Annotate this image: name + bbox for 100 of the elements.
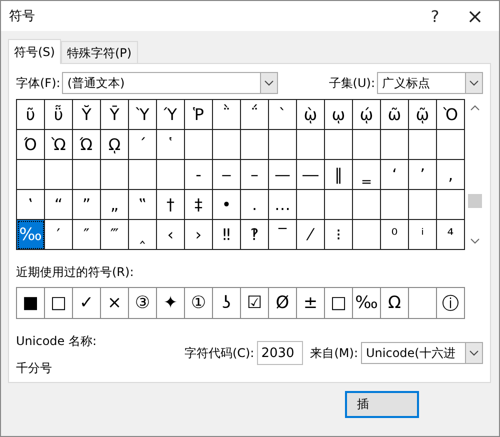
symbol-cell[interactable]: ‴ <box>101 220 129 250</box>
symbol-cell[interactable]: Ώ <box>73 130 101 160</box>
symbol-cell[interactable]: – <box>241 160 269 190</box>
symbol-cell[interactable]: ‸ <box>129 220 157 250</box>
symbol-cell[interactable] <box>17 160 45 190</box>
char-code-field[interactable]: 2030 <box>257 341 304 365</box>
field-label: 字体(F): <box>16 74 60 92</box>
symbol-cell[interactable]: ῧ <box>45 100 73 130</box>
symbol-cell[interactable]: ― <box>297 160 325 190</box>
symbol-cell[interactable]: ‾ <box>269 220 297 250</box>
symbol-cell[interactable] <box>297 190 325 220</box>
chevron-icon <box>465 343 482 363</box>
symbol-cell[interactable]: Ῠ <box>73 100 101 130</box>
field-label: 字符代码(C): <box>184 344 254 362</box>
scroll-down-icon[interactable] <box>470 237 480 245</box>
insert-button[interactable]: 插 <box>345 391 419 418</box>
symbol-cell[interactable]: † <box>157 190 185 220</box>
symbol-cell[interactable]: ῼ <box>101 130 129 160</box>
symbol-cell[interactable]: … <box>269 190 297 220</box>
symbol-cell[interactable]: ⁄ <box>297 220 325 250</box>
tab[interactable]: 符号(S) <box>8 39 61 64</box>
symbol-cell[interactable] <box>409 190 437 220</box>
scroll-up-icon[interactable] <box>470 104 480 112</box>
symbol-cell[interactable] <box>353 190 381 220</box>
symbol-cell[interactable] <box>325 130 353 160</box>
symbol-cell[interactable] <box>381 190 409 220</box>
close-button[interactable]: × <box>455 4 495 28</box>
symbol-cell[interactable]: ‟ <box>129 190 157 220</box>
symbol-cell[interactable]: ‡ <box>185 190 213 220</box>
symbol-cell[interactable]: ῲ <box>297 100 325 130</box>
symbol-cell[interactable]: ‰ <box>17 220 45 250</box>
symbol-cell[interactable]: ῶ <box>381 100 409 130</box>
symbol-cell[interactable]: Ὸ <box>437 100 465 130</box>
symbol-cell[interactable]: ῭ <box>213 100 241 130</box>
chevron-icon <box>465 73 482 93</box>
symbol-cell[interactable]: — <box>269 160 297 190</box>
symbol-cell[interactable]: Ὼ <box>45 130 73 160</box>
symbol-cell[interactable] <box>185 130 213 160</box>
symbol-cell[interactable]: ’ <box>409 160 437 190</box>
symbol-cell[interactable]: ‗ <box>353 160 381 190</box>
symbol-cell[interactable]: Ὺ <box>129 100 157 130</box>
symbol-cell[interactable]: . <box>241 190 269 220</box>
encoding-dropdown[interactable]: Unicode(十六进 <box>361 342 483 364</box>
symbol-cell[interactable] <box>157 160 185 190</box>
symbol-cell[interactable]: Ύ <box>157 100 185 130</box>
unicode-name-label: Unicode 名称: <box>16 333 97 350</box>
symbol-cell[interactable] <box>269 130 297 160</box>
symbol-cell[interactable]: ` <box>269 100 297 130</box>
symbol-cell[interactable]: ′ <box>45 220 73 250</box>
symbol-cell[interactable]: ῴ <box>353 100 381 130</box>
symbol-cell[interactable]: ῳ <box>325 100 353 130</box>
symbol-cell[interactable]: ‒ <box>213 160 241 190</box>
symbol-cell[interactable] <box>353 220 381 250</box>
symbol-cell[interactable]: ‘ <box>381 160 409 190</box>
symbol-cell[interactable]: ´ <box>129 130 157 160</box>
symbol-cell[interactable]: ″ <box>73 220 101 250</box>
scroll-thumb[interactable] <box>468 194 482 208</box>
symbol-cell[interactable]: ” <box>73 190 101 220</box>
symbol-cell[interactable]: ‹ <box>157 220 185 250</box>
symbol-cell[interactable] <box>437 190 465 220</box>
symbol-cell[interactable] <box>213 130 241 160</box>
symbol-cell[interactable] <box>297 130 325 160</box>
symbol-cell[interactable] <box>381 130 409 160</box>
symbol-cell[interactable]: ‼ <box>213 220 241 250</box>
window-title: 符号 <box>9 8 36 25</box>
symbol-cell[interactable] <box>101 160 129 190</box>
symbol-cell[interactable]: ‚ <box>437 160 465 190</box>
symbol-cell[interactable]: ⁰ <box>381 220 409 250</box>
symbol-cell[interactable]: ῾ <box>157 130 185 160</box>
symbol-cell[interactable]: ⁴ <box>437 220 465 250</box>
symbol-cell[interactable] <box>325 190 353 220</box>
symbol-cell[interactable] <box>45 160 73 190</box>
symbol-cell[interactable]: • <box>213 190 241 220</box>
recent-label: 近期使用过的符号(R): <box>16 264 135 281</box>
symbol-cell[interactable]: ‖ <box>325 160 353 190</box>
subset-dropdown[interactable]: 广义标点 <box>377 72 483 94</box>
symbol-cell[interactable] <box>129 160 157 190</box>
symbol-cell[interactable]: „ <box>101 190 129 220</box>
symbol-cell[interactable]: Ῡ <box>101 100 129 130</box>
symbol-cell[interactable]: ΅ <box>241 100 269 130</box>
symbol-cell[interactable]: ῦ <box>17 100 45 130</box>
symbol-cell[interactable] <box>353 130 381 160</box>
symbol-cell[interactable]: › <box>185 220 213 250</box>
symbol-cell[interactable]: ⁱ <box>409 220 437 250</box>
tab[interactable]: 特殊字符(P) <box>60 41 138 63</box>
symbol-cell[interactable] <box>73 160 101 190</box>
symbol-cell[interactable]: ῷ <box>409 100 437 130</box>
symbol-cell[interactable]: ⁝ <box>325 220 353 250</box>
symbol-cell[interactable]: Ό <box>17 130 45 160</box>
symbol-cell[interactable]: “ <box>45 190 73 220</box>
chevron-icon <box>260 73 278 93</box>
symbol-cell[interactable]: ‐ <box>185 160 213 190</box>
symbol-cell[interactable]: ‽ <box>241 220 269 250</box>
symbol-cell[interactable] <box>409 130 437 160</box>
symbol-cell[interactable]: Ῥ <box>185 100 213 130</box>
symbol-cell[interactable] <box>241 130 269 160</box>
symbol-cell[interactable] <box>437 130 465 160</box>
field-label: 子集(U): <box>328 74 375 92</box>
font-dropdown[interactable]: (普通文本) <box>62 72 278 94</box>
help-button[interactable]: ? <box>415 6 455 26</box>
